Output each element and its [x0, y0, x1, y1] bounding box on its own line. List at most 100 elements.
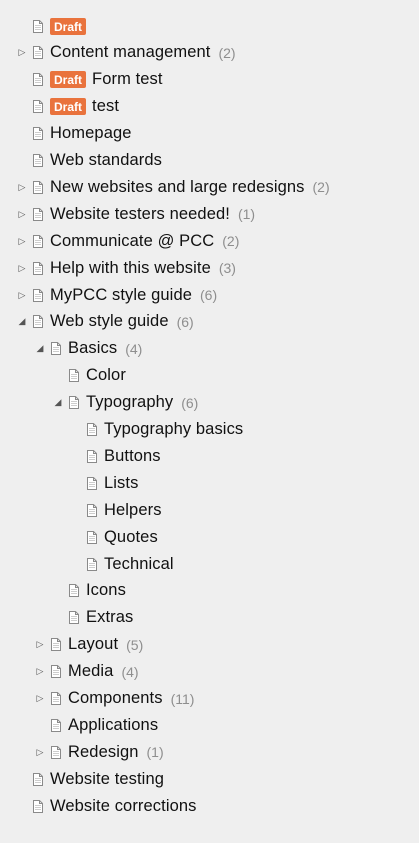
child-count: (4) [125, 340, 143, 357]
tree-item-title[interactable]: Web style guide [50, 312, 169, 331]
tree-item[interactable]: ▷ New websites and large redesigns (2) [17, 175, 330, 199]
draft-badge: Draft [50, 98, 87, 116]
tree-item-title[interactable]: Form test [92, 70, 163, 89]
page-icon [33, 234, 43, 248]
tree-item[interactable]: ▷ Redesign (1) [35, 740, 164, 764]
tree-item-title[interactable]: Lists [104, 474, 138, 493]
disclosure-collapsed-icon[interactable]: ▷ [17, 236, 27, 246]
tree-item[interactable]: Draft [17, 14, 92, 38]
tree-item[interactable]: Color [53, 364, 126, 388]
disclosure-expanded-icon[interactable]: ◢ [17, 317, 27, 327]
disclosure-collapsed-icon[interactable]: ▷ [17, 209, 27, 219]
disclosure-collapsed-icon[interactable]: ▷ [17, 48, 27, 58]
disclosure-collapsed-icon[interactable]: ▷ [35, 640, 45, 650]
disclosure-collapsed-icon[interactable]: ▷ [17, 182, 27, 192]
tree-item[interactable]: Draft test [17, 95, 119, 119]
tree-item-title[interactable]: Extras [86, 608, 133, 627]
tree-item-title[interactable]: Icons [86, 581, 126, 600]
tree-item[interactable]: ◢ Typography (6) [53, 391, 199, 415]
tree-item[interactable]: Website corrections [17, 794, 196, 818]
tree-item[interactable]: Web standards [17, 149, 162, 173]
tree-item[interactable]: Icons [53, 579, 126, 603]
tree-item-title[interactable]: Typography [86, 393, 173, 412]
page-icon [33, 100, 43, 114]
disclosure-collapsed-icon[interactable]: ▷ [17, 263, 27, 273]
tree-item[interactable]: ▷ Layout (5) [35, 633, 144, 657]
tree-item[interactable]: ◢ Web style guide (6) [17, 310, 194, 334]
tree-item-title[interactable]: Applications [68, 716, 158, 735]
tree-item[interactable]: Quotes [71, 525, 158, 549]
page-icon [33, 261, 43, 275]
page-icon [51, 665, 61, 679]
tree-item[interactable]: Extras [53, 606, 133, 630]
tree-item-title[interactable]: Redesign [68, 743, 139, 762]
page-icon [87, 557, 97, 571]
tree-item[interactable]: ▷ Help with this website (3) [17, 256, 236, 280]
tree-item-title[interactable]: Buttons [104, 447, 161, 466]
tree-item-title[interactable]: Help with this website [50, 259, 211, 278]
page-icon [33, 799, 43, 813]
tree-item-title[interactable]: Quotes [104, 528, 158, 547]
child-count: (2) [312, 179, 330, 196]
page-icon [87, 449, 97, 463]
page-icon [33, 180, 43, 194]
tree-item-title[interactable]: Helpers [104, 501, 162, 520]
page-icon [33, 127, 43, 141]
page-icon [87, 476, 97, 490]
page-icon [69, 369, 79, 383]
tree-item-title[interactable]: Basics [68, 339, 117, 358]
page-icon [33, 19, 43, 33]
tree-item[interactable]: Applications [35, 713, 158, 737]
tree-item[interactable]: Typography basics [71, 418, 243, 442]
page-icon [51, 342, 61, 356]
tree-item-title[interactable]: Components [68, 689, 163, 708]
page-icon [33, 288, 43, 302]
disclosure-collapsed-icon[interactable]: ▷ [35, 694, 45, 704]
tree-item-title[interactable]: Communicate @ PCC [50, 232, 214, 251]
child-count: (6) [200, 287, 218, 303]
tree-item-title[interactable]: Web standards [50, 151, 162, 170]
tree-item-title[interactable]: New websites and large redesigns [50, 178, 305, 197]
tree-item[interactable]: Buttons [71, 444, 161, 468]
child-count: (11) [170, 690, 195, 707]
tree-item-title[interactable]: Layout [68, 635, 118, 654]
page-tree: Draft ▷ Content management (2) Draft Form tes… [0, 0, 419, 843]
tree-item-title[interactable]: test [92, 97, 119, 116]
tree-item[interactable]: Helpers [71, 498, 162, 522]
tree-item-title[interactable]: MyPCC style guide [50, 286, 192, 305]
tree-item[interactable]: ▷ MyPCC style guide (6) [17, 283, 218, 307]
tree-item[interactable]: ▷ Website testers needed! (1) [17, 202, 256, 226]
tree-item[interactable]: ▷ Media (4) [35, 660, 139, 684]
tree-item-title[interactable]: Typography basics [104, 420, 243, 439]
tree-item[interactable]: Website testing [17, 767, 164, 791]
tree-item-title[interactable]: Website testers needed! [50, 205, 230, 224]
page-icon [87, 423, 97, 436]
disclosure-collapsed-icon[interactable]: ▷ [35, 747, 45, 757]
tree-item-title[interactable]: Technical [104, 555, 174, 574]
tree-item[interactable]: Lists [71, 471, 138, 495]
child-count: (2) [222, 233, 240, 250]
tree-item[interactable]: Technical [71, 552, 174, 576]
tree-item[interactable]: ▷ Components (11) [35, 687, 195, 711]
page-icon [33, 207, 43, 221]
disclosure-expanded-icon[interactable]: ◢ [53, 398, 63, 408]
disclosure-collapsed-icon[interactable]: ▷ [35, 667, 45, 677]
child-count: (2) [218, 44, 236, 61]
page-icon [33, 73, 43, 87]
tree-item-title[interactable]: Color [86, 366, 126, 385]
tree-item-title[interactable]: Website testing [50, 770, 164, 789]
tree-item[interactable]: ◢ Basics (4) [35, 337, 143, 361]
tree-item-title[interactable]: Homepage [50, 124, 132, 143]
disclosure-expanded-icon[interactable]: ◢ [35, 344, 45, 354]
tree-item[interactable]: Draft Form test [17, 68, 163, 92]
page-icon [87, 530, 97, 544]
tree-item[interactable]: Homepage [17, 122, 132, 146]
tree-item-title[interactable]: Website corrections [50, 797, 196, 816]
page-icon [69, 584, 79, 598]
tree-item-title[interactable]: Media [68, 662, 113, 681]
tree-item-title[interactable]: Content management [50, 43, 210, 62]
disclosure-collapsed-icon[interactable]: ▷ [17, 290, 27, 300]
draft-badge: Draft [50, 17, 87, 35]
tree-item[interactable]: ▷ Communicate @ PCC (2) [17, 229, 240, 253]
tree-item[interactable]: ▷ Content management (2) [17, 41, 236, 65]
